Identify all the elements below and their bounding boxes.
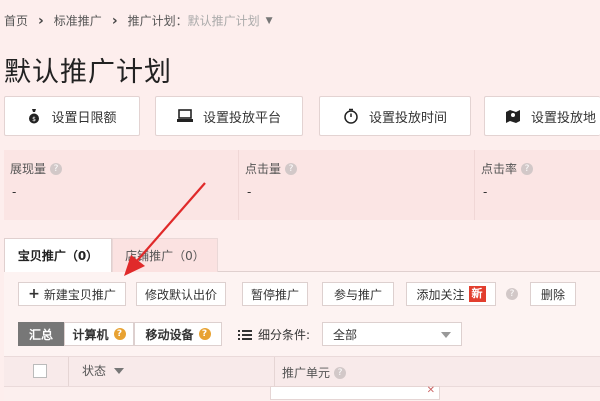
tab-item-promotion[interactable]: 宝贝推广（0） — [4, 238, 112, 272]
annotation-arrow — [124, 182, 206, 276]
